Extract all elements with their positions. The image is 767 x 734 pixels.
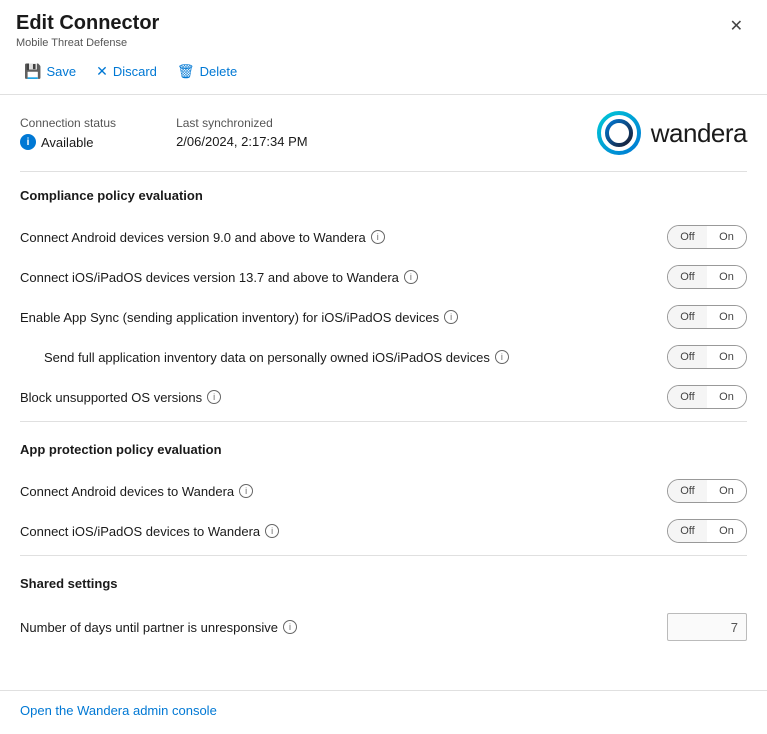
toggle-on-1[interactable]: On [707, 266, 746, 288]
compliance-setting-label-3: Send full application inventory data on … [20, 350, 509, 365]
info-icon-1[interactable]: i [404, 270, 418, 284]
toggle-app-1[interactable]: Off On [667, 519, 747, 543]
close-button[interactable]: ✕ [722, 12, 751, 40]
status-left: Connection status i Available Last synch… [20, 116, 308, 150]
delete-label: Delete [200, 64, 238, 79]
toggle-off-2[interactable]: Off [668, 306, 707, 328]
info-icon-0[interactable]: i [371, 230, 385, 244]
last-sync-text: 2/06/2024, 2:17:34 PM [176, 134, 308, 149]
app-protection-row-0: Connect Android devices to Wandera i Off… [20, 471, 747, 511]
compliance-section: Compliance policy evaluation Connect And… [20, 188, 747, 422]
compliance-setting-row-0: Connect Android devices version 9.0 and … [20, 217, 747, 257]
compliance-setting-row-1: Connect iOS/iPadOS devices version 13.7 … [20, 257, 747, 297]
edit-connector-dialog: Edit Connector Mobile Threat Defense ✕ 💾… [0, 0, 767, 734]
status-section: Connection status i Available Last synch… [20, 111, 747, 172]
shared-settings-section: Shared settings Number of days until par… [20, 576, 747, 649]
toggle-compliance-4[interactable]: Off On [667, 385, 747, 409]
last-sync-col: Last synchronized 2/06/2024, 2:17:34 PM [176, 116, 308, 150]
wandera-admin-link[interactable]: Open the Wandera admin console [20, 703, 217, 718]
toggle-on-2[interactable]: On [707, 306, 746, 328]
last-sync-label: Last synchronized [176, 116, 308, 130]
app-toggle-off-0[interactable]: Off [668, 480, 707, 502]
compliance-setting-label-1: Connect iOS/iPadOS devices version 13.7 … [20, 270, 418, 285]
shared-section-title: Shared settings [20, 576, 747, 591]
info-icon-3[interactable]: i [495, 350, 509, 364]
app-toggle-on-0[interactable]: On [707, 480, 746, 502]
wandera-logo-icon [597, 111, 641, 155]
compliance-setting-row-2: Enable App Sync (sending application inv… [20, 297, 747, 337]
dialog-title: Edit Connector [16, 12, 159, 35]
discard-label: Discard [113, 64, 157, 79]
toggle-off-1[interactable]: Off [668, 266, 707, 288]
toggle-compliance-1[interactable]: Off On [667, 265, 747, 289]
main-content: Connection status i Available Last synch… [0, 95, 767, 690]
toggle-compliance-2[interactable]: Off On [667, 305, 747, 329]
toggle-on-4[interactable]: On [707, 386, 746, 408]
dialog-subtitle: Mobile Threat Defense [16, 37, 159, 49]
toggle-off-0[interactable]: Off [668, 226, 707, 248]
available-icon: i [20, 134, 36, 150]
compliance-setting-label-2: Enable App Sync (sending application inv… [20, 310, 458, 325]
save-icon: 💾 [24, 63, 41, 80]
compliance-setting-label-0: Connect Android devices version 9.0 and … [20, 230, 385, 245]
delete-button[interactable]: 🗑 Delete [169, 59, 245, 84]
compliance-setting-row-4: Block unsupported OS versions i Off On [20, 377, 747, 417]
app-protection-section: App protection policy evaluation Connect… [20, 442, 747, 556]
toggle-on-0[interactable]: On [707, 226, 746, 248]
discard-button[interactable]: ✕ Discard [88, 59, 165, 84]
toggle-app-0[interactable]: Off On [667, 479, 747, 503]
toggle-compliance-0[interactable]: Off On [667, 225, 747, 249]
days-input[interactable] [667, 613, 747, 641]
compliance-setting-row-3: Send full application inventory data on … [20, 337, 747, 377]
app-info-icon-1[interactable]: i [265, 524, 279, 538]
connection-value-text: Available [41, 135, 94, 150]
wandera-logo: wandera [597, 111, 747, 155]
save-button[interactable]: 💾 Save [16, 59, 84, 84]
info-icon-4[interactable]: i [207, 390, 221, 404]
compliance-section-title: Compliance policy evaluation [20, 188, 747, 203]
app-protection-label-0: Connect Android devices to Wandera i [20, 484, 253, 499]
info-icon-2[interactable]: i [444, 310, 458, 324]
toolbar: 💾 Save ✕ Discard 🗑 Delete [0, 53, 767, 95]
connection-status-label: Connection status [20, 116, 116, 130]
toggle-off-4[interactable]: Off [668, 386, 707, 408]
app-toggle-off-1[interactable]: Off [668, 520, 707, 542]
connection-status-value: i Available [20, 134, 116, 150]
shared-setting-label-0: Number of days until partner is unrespon… [20, 620, 297, 635]
shared-info-icon-0[interactable]: i [283, 620, 297, 634]
app-protection-section-title: App protection policy evaluation [20, 442, 747, 457]
toggle-compliance-3[interactable]: Off On [667, 345, 747, 369]
header-title-block: Edit Connector Mobile Threat Defense [16, 12, 159, 49]
toggle-on-3[interactable]: On [707, 346, 746, 368]
app-protection-label-1: Connect iOS/iPadOS devices to Wandera i [20, 524, 279, 539]
app-toggle-on-1[interactable]: On [707, 520, 746, 542]
delete-icon: 🗑 [177, 63, 195, 80]
footer: Open the Wandera admin console [0, 690, 767, 734]
compliance-setting-label-4: Block unsupported OS versions i [20, 390, 221, 405]
toggle-off-3[interactable]: Off [668, 346, 707, 368]
app-protection-row-1: Connect iOS/iPadOS devices to Wandera i … [20, 511, 747, 551]
wandera-brand-text: wandera [651, 118, 747, 149]
connection-status-col: Connection status i Available [20, 116, 116, 150]
dialog-header: Edit Connector Mobile Threat Defense ✕ [0, 0, 767, 53]
app-info-icon-0[interactable]: i [239, 484, 253, 498]
shared-setting-row-0: Number of days until partner is unrespon… [20, 605, 747, 649]
save-label: Save [46, 64, 76, 79]
last-sync-value: 2/06/2024, 2:17:34 PM [176, 134, 308, 149]
discard-icon: ✕ [96, 63, 108, 80]
